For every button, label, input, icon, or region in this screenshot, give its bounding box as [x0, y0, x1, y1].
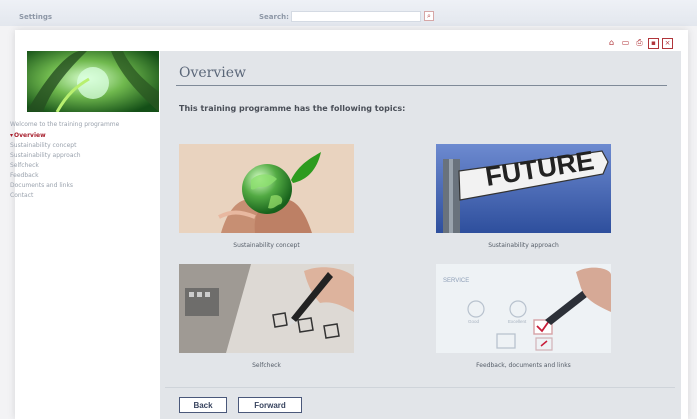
sidebar-item-overview[interactable]: ▾Overview: [10, 131, 130, 141]
back-button[interactable]: Back: [179, 397, 227, 413]
form-label-good: Good: [468, 319, 480, 324]
intro-text: This training programme has the followin…: [179, 104, 406, 113]
forward-button[interactable]: Forward: [238, 397, 302, 413]
search-label: Search:: [259, 13, 289, 21]
toolbar-icons: ⌂ ▭ ⎙ ▪ ×: [606, 38, 673, 49]
footer-divider: [165, 387, 675, 388]
page-title: Overview: [179, 65, 247, 81]
sidebar-item-sustainability-concept[interactable]: Sustainability concept: [10, 141, 130, 151]
topic-caption: Sustainability concept: [233, 242, 300, 249]
search-input[interactable]: [291, 11, 421, 22]
form-label-excellent: Excellent: [508, 319, 527, 324]
feedback-form-image: SERVICE Good Excellent: [436, 264, 611, 353]
sidebar-item-selfcheck[interactable]: Selfcheck: [10, 161, 130, 171]
home-icon[interactable]: ⌂: [606, 38, 617, 49]
title-divider: [176, 85, 667, 86]
main-content: Overview This training programme has the…: [160, 51, 681, 419]
checkbox-writing-image: [179, 264, 354, 353]
topic-card-selfcheck[interactable]: Selfcheck: [179, 264, 354, 369]
globe-hands-image: [179, 144, 354, 233]
topic-card-sustainability-concept[interactable]: Sustainability concept: [179, 144, 354, 249]
folder-icon[interactable]: ▭: [620, 38, 631, 49]
sidebar-item-contact[interactable]: Contact: [10, 191, 130, 201]
sidebar-item-label: Overview: [14, 132, 46, 139]
topic-caption: Feedback, documents and links: [476, 362, 571, 369]
sidebar-item-feedback[interactable]: Feedback: [10, 171, 130, 181]
print-icon[interactable]: ⎙: [634, 38, 645, 49]
future-sign-image: FUTURE: [436, 144, 611, 233]
close-icon[interactable]: ×: [662, 38, 673, 49]
sidebar-item-documents[interactable]: Documents and links: [10, 181, 130, 191]
topic-caption: Selfcheck: [252, 362, 281, 369]
sidebar-nav: Welcome to the training programme ▾Overv…: [10, 121, 130, 201]
settings-link[interactable]: Settings: [19, 13, 52, 21]
topic-card-sustainability-approach[interactable]: FUTURE Sustainability approach: [436, 144, 611, 249]
sidebar-item-sustainability-approach[interactable]: Sustainability approach: [10, 151, 130, 161]
top-bar: Settings Search: ⌕: [0, 0, 697, 26]
form-heading-text: SERVICE: [443, 278, 469, 284]
sidebar-item-welcome[interactable]: Welcome to the training programme: [10, 121, 130, 128]
sidebar-hero-image: [27, 51, 159, 112]
topic-caption: Sustainability approach: [488, 242, 559, 249]
sidebar: [27, 51, 159, 419]
topic-card-feedback-documents[interactable]: SERVICE Good Excellent Feedback, documen…: [436, 264, 611, 369]
save-icon[interactable]: ▪: [648, 38, 659, 49]
search-button[interactable]: ⌕: [424, 11, 434, 21]
